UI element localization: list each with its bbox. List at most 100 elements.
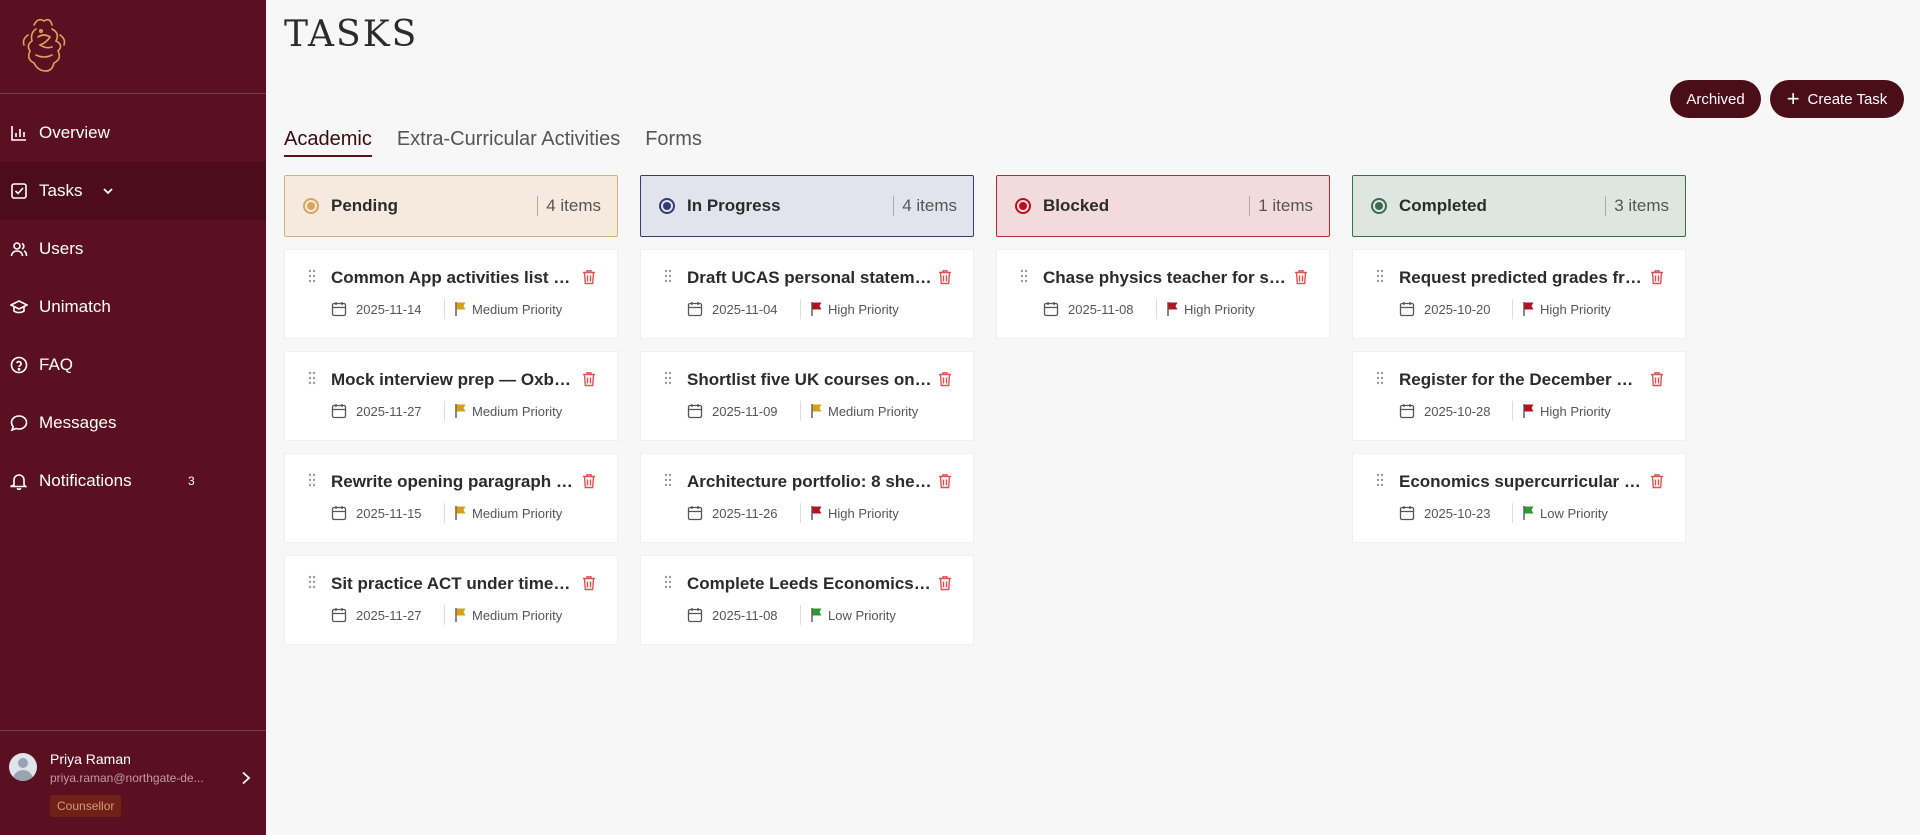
archived-button[interactable]: Archived: [1670, 80, 1761, 118]
drag-handle-icon[interactable]: [308, 575, 316, 589]
task-card[interactable]: Chase physics teacher for subj... 2025-11…: [996, 249, 1330, 339]
drag-handle-icon[interactable]: [1376, 473, 1384, 487]
column-count: 3 items: [1605, 196, 1669, 216]
profile-email: priya.raman@northgate-de...: [50, 771, 204, 785]
sidebar-item-unimatch[interactable]: Unimatch: [0, 278, 266, 336]
sidebar-item-tasks[interactable]: Tasks: [0, 162, 266, 220]
drag-handle-icon[interactable]: [308, 371, 316, 385]
checkbox-icon: [10, 182, 28, 200]
drag-handle-icon[interactable]: [664, 473, 672, 487]
sidebar-item-notifications[interactable]: Notifications 3: [0, 452, 266, 510]
trash-icon[interactable]: [938, 575, 952, 591]
tab-academic[interactable]: Academic: [284, 128, 372, 157]
sidebar-item-users[interactable]: Users: [0, 220, 266, 278]
flag-icon: [811, 506, 822, 520]
task-card[interactable]: Common App activities list — ... 2025-11-…: [284, 249, 618, 339]
due-date: 2025-10-23: [1424, 506, 1491, 521]
flag-icon: [455, 608, 466, 622]
drag-handle-icon[interactable]: [664, 575, 672, 589]
sidebar-item-label: Overview: [39, 123, 110, 142]
column-completed: Completed 3 items Request predicted grades…: [1352, 175, 1686, 543]
sidebar-item-faq[interactable]: FAQ: [0, 336, 266, 394]
priority-label: Medium Priority: [472, 608, 563, 623]
flag-icon: [811, 302, 822, 316]
task-card[interactable]: Register for the December SA... 2025-10-2…: [1352, 351, 1686, 441]
drag-handle-icon[interactable]: [664, 371, 672, 385]
trash-icon[interactable]: [582, 575, 596, 591]
trash-icon[interactable]: [938, 269, 952, 285]
drag-handle-icon[interactable]: [308, 473, 316, 487]
task-title: Request predicted grades fro...: [1399, 268, 1644, 287]
user-profile[interactable]: Priya Raman priya.raman@northgate-de... …: [0, 730, 266, 835]
task-card[interactable]: Rewrite opening paragraph af... 2025-11-1…: [284, 453, 618, 543]
chevron-right-icon[interactable]: [240, 771, 252, 785]
calendar-icon: [1043, 302, 1059, 317]
task-card[interactable]: Complete Leeds Economics co... 2025-11-08…: [640, 555, 974, 645]
trash-icon[interactable]: [1650, 371, 1664, 387]
divider: [1156, 299, 1157, 319]
tab-extra-curricular[interactable]: Extra-Curricular Activities: [397, 128, 620, 157]
trash-icon[interactable]: [1294, 269, 1308, 285]
message-icon: [10, 414, 28, 432]
task-card[interactable]: Draft UCAS personal statemen... 2025-11-0…: [640, 249, 974, 339]
flag-icon: [1167, 302, 1178, 316]
column-title: In Progress: [687, 196, 781, 215]
task-card[interactable]: Economics supercurricular rea... 2025-10-…: [1352, 453, 1686, 543]
trash-icon[interactable]: [1650, 269, 1664, 285]
flag-icon: [811, 608, 822, 622]
divider: [800, 605, 801, 625]
priority-label: Medium Priority: [472, 404, 563, 419]
status-dot-icon: [303, 198, 319, 214]
sidebar-item-label: FAQ: [39, 355, 74, 374]
trash-icon[interactable]: [1650, 473, 1664, 489]
trash-icon[interactable]: [582, 371, 596, 387]
drag-handle-icon[interactable]: [1376, 371, 1384, 385]
trash-icon[interactable]: [582, 473, 596, 489]
sidebar-item-overview[interactable]: Overview: [0, 104, 266, 162]
flag-icon: [1523, 302, 1534, 316]
task-title: Sit practice ACT under timed c...: [331, 574, 576, 593]
trash-icon[interactable]: [938, 473, 952, 489]
task-title: Draft UCAS personal statemen...: [687, 268, 932, 287]
trash-icon[interactable]: [582, 269, 596, 285]
drag-handle-icon[interactable]: [1376, 269, 1384, 283]
column-header: In Progress 4 items: [640, 175, 974, 237]
drag-handle-icon[interactable]: [1020, 269, 1028, 283]
notification-count-badge: 3: [188, 474, 195, 488]
task-card[interactable]: Shortlist five UK courses on th... 2025-1…: [640, 351, 974, 441]
sidebar-item-label: Unimatch: [39, 297, 111, 316]
priority-label: High Priority: [1540, 404, 1611, 419]
task-card[interactable]: Architecture portfolio: 8 sheet... 2025-1…: [640, 453, 974, 543]
calendar-icon: [331, 506, 347, 521]
due-date: 2025-11-09: [712, 404, 778, 419]
flag-icon: [455, 302, 466, 316]
sidebar-item-messages[interactable]: Messages: [0, 394, 266, 452]
bell-icon: [10, 472, 28, 490]
logo[interactable]: [0, 0, 266, 94]
flag-icon: [1523, 506, 1534, 520]
task-card[interactable]: Request predicted grades fro... 2025-10-2…: [1352, 249, 1686, 339]
task-card[interactable]: Mock interview prep — Oxbri... 2025-11-27…: [284, 351, 618, 441]
column-title: Pending: [331, 196, 399, 215]
task-card[interactable]: Sit practice ACT under timed c... 2025-11…: [284, 555, 618, 645]
task-title: Register for the December SA...: [1399, 370, 1644, 389]
due-date: 2025-11-26: [712, 506, 778, 521]
priority-label: High Priority: [828, 506, 899, 521]
task-title: Architecture portfolio: 8 sheet...: [687, 472, 932, 491]
tab-forms[interactable]: Forms: [645, 128, 702, 157]
divider: [1512, 503, 1513, 523]
column-count: 1 items: [1249, 196, 1313, 216]
status-dot-icon: [659, 198, 675, 214]
trash-icon[interactable]: [938, 371, 952, 387]
due-date: 2025-11-08: [712, 608, 778, 623]
profile-name: Priya Raman: [50, 751, 131, 767]
drag-handle-icon[interactable]: [308, 269, 316, 283]
calendar-icon: [1399, 302, 1415, 317]
chevron-down-icon[interactable]: [102, 185, 114, 197]
divider: [800, 401, 801, 421]
column-count: 4 items: [893, 196, 957, 216]
create-task-button[interactable]: + Create Task: [1770, 80, 1904, 118]
drag-handle-icon[interactable]: [664, 269, 672, 283]
priority-label: Low Priority: [828, 608, 896, 623]
column-header: Blocked 1 items: [996, 175, 1330, 237]
